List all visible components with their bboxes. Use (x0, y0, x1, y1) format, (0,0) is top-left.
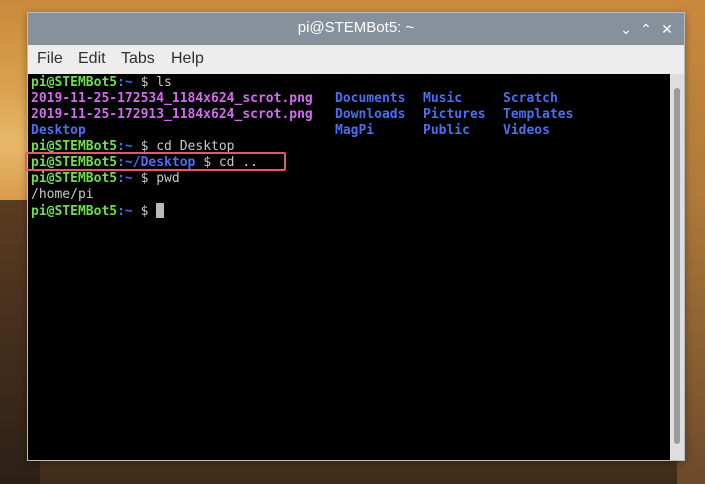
menu-tabs[interactable]: Tabs (121, 50, 155, 68)
prompt-user: pi@STEMBot5 (31, 75, 118, 90)
directory-entry: Pictures (423, 107, 486, 122)
scrollbar[interactable] (670, 74, 684, 460)
menu-file[interactable]: File (37, 50, 63, 68)
menubar: File Edit Tabs Help (28, 45, 684, 76)
prompt-path: :~ (117, 204, 133, 219)
ls-row: 2019-11-25-172913_1184x624_scrot.png Down… (31, 107, 573, 123)
command-text: $ pwd (132, 171, 180, 186)
command-text: $ ls (132, 75, 172, 90)
terminal-output[interactable]: pi@STEMBot5:~ $ ls 2019-11-25-172534_118… (25, 74, 670, 460)
directory-entry: Music (423, 91, 463, 106)
window-title: pi@STEMBot5: ~ (297, 19, 415, 36)
directory-entry: Videos (503, 123, 550, 138)
file-entry: 2019-11-25-172534_1184x624_scrot.png (31, 91, 313, 106)
directory-entry: Downloads (335, 107, 406, 122)
command-text: $ (132, 204, 157, 219)
terminal-window: pi@STEMBot5: ~ ⌄ ⌃ ✕ File Edit Tabs Help… (25, 12, 685, 461)
prompt-path: :~ (117, 75, 133, 90)
terminal-line: pi@STEMBot5:~ $ ls (31, 75, 573, 91)
close-button[interactable]: ✕ (658, 20, 676, 38)
directory-entry: MagPi (335, 123, 375, 138)
ls-row: Desktop MagPi Public Videos (31, 123, 573, 139)
directory-entry: Scratch (503, 91, 558, 106)
prompt-user: pi@STEMBot5 (31, 204, 118, 219)
menu-help[interactable]: Help (171, 50, 204, 68)
titlebar: pi@STEMBot5: ~ ⌄ ⌃ ✕ (28, 13, 684, 45)
terminal-line: pi@STEMBot5:~ $ (31, 203, 573, 219)
menu-edit[interactable]: Edit (78, 50, 106, 68)
highlight-box (25, 152, 286, 171)
command-output: /home/pi (31, 187, 94, 202)
directory-entry: Templates (503, 107, 574, 122)
terminal-line: pi@STEMBot5:~ $ pwd (31, 171, 573, 187)
prompt-user: pi@STEMBot5 (31, 171, 118, 186)
ls-row: 2019-11-25-172534_1184x624_scrot.png Docu… (31, 91, 573, 107)
minimize-button[interactable]: ⌄ (617, 20, 635, 38)
directory-entry: Documents (335, 91, 406, 106)
directory-entry: Desktop (31, 123, 86, 138)
maximize-button[interactable]: ⌃ (637, 20, 655, 38)
directory-entry: Public (423, 123, 470, 138)
file-entry: 2019-11-25-172913_1184x624_scrot.png (31, 107, 313, 122)
prompt-path: :~ (117, 171, 133, 186)
text-cursor (156, 203, 165, 218)
scrollbar-thumb[interactable] (674, 88, 680, 444)
